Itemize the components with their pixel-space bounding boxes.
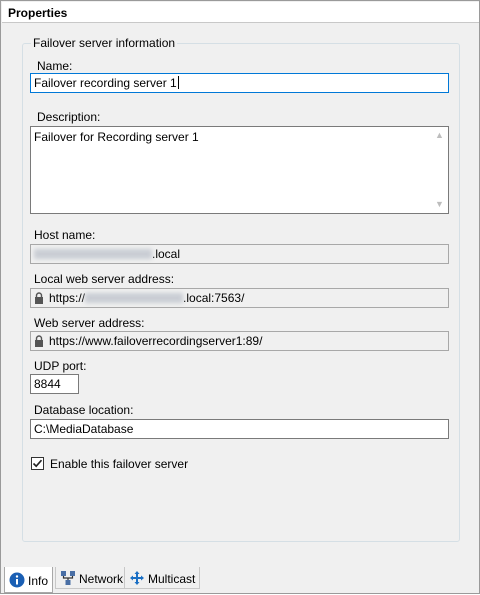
tab-info-label: Info [28, 574, 49, 588]
database-input[interactable]: C:\MediaDatabase [30, 419, 449, 439]
host-name-label: Host name: [34, 228, 96, 242]
properties-panel: Properties Failover server information N… [0, 0, 480, 594]
lock-icon [35, 292, 43, 304]
checkmark-icon [32, 459, 43, 468]
tab-info[interactable]: Info [4, 567, 54, 593]
redacted-hostname [34, 249, 152, 259]
local-web-prefix: https:// [49, 291, 86, 305]
info-icon [9, 572, 25, 588]
host-name-suffix: .local [152, 247, 181, 261]
multicast-icon [130, 571, 144, 585]
group-title: Failover server information [31, 36, 178, 50]
description-value: Failover for Recording server 1 [34, 130, 199, 144]
web-server-value: https://www.failoverrecordingserver1:89/ [49, 334, 263, 348]
description-label: Description: [37, 110, 101, 124]
host-name-field: .local [30, 244, 449, 264]
name-label: Name: [37, 59, 73, 73]
tab-network-label: Network [79, 572, 124, 586]
text-caret [177, 76, 179, 89]
web-server-label: Web server address: [34, 316, 145, 330]
scroll-up-icon[interactable]: ▲ [431, 127, 448, 144]
tab-network[interactable]: Network [55, 567, 129, 589]
lock-icon [35, 335, 43, 347]
enable-label[interactable]: Enable this failover server [50, 457, 188, 471]
name-value: Failover recording server 1 [34, 76, 177, 90]
scroll-down-icon[interactable]: ▼ [431, 196, 448, 213]
tab-multicast[interactable]: Multicast [124, 567, 201, 589]
udp-port-value: 8844 [34, 377, 61, 391]
redacted-host [85, 293, 184, 303]
description-textarea[interactable]: Failover for Recording server 1 ▲ ▼ [30, 126, 449, 214]
udp-port-label: UDP port: [34, 359, 87, 373]
database-label: Database location: [34, 403, 134, 417]
name-input[interactable]: Failover recording server 1 [30, 73, 449, 93]
panel-header: Properties [2, 2, 479, 23]
udp-port-input[interactable]: 8844 [30, 374, 79, 394]
tab-strip: Info Network Multicast [1, 567, 480, 595]
tab-multicast-label: Multicast [148, 572, 196, 586]
database-value: C:\MediaDatabase [34, 422, 134, 436]
network-icon [61, 571, 75, 585]
local-web-field: https:// .local:7563/ [30, 288, 449, 308]
panel-title: Properties [8, 6, 68, 20]
description-scrollbar[interactable]: ▲ ▼ [431, 127, 448, 213]
enable-checkbox[interactable] [31, 457, 44, 470]
web-server-field: https://www.failoverrecordingserver1:89/ [30, 331, 449, 351]
local-web-suffix: .local:7563/ [183, 291, 245, 305]
local-web-label: Local web server address: [34, 272, 175, 286]
